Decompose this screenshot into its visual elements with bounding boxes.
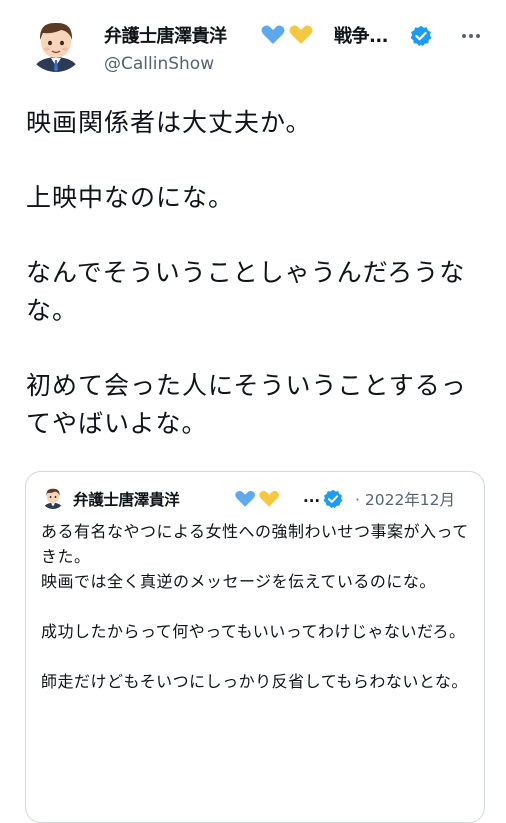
tweet-paragraph: 映画関係者は大丈夫か。 xyxy=(26,108,312,137)
yellow-heart-icon xyxy=(289,25,313,44)
heart-badges xyxy=(261,25,313,44)
quoted-tweet-date[interactable]: · 2022年12月 xyxy=(355,488,455,510)
yellow-heart-icon xyxy=(259,490,279,507)
quoted-author-name-suffix: ... xyxy=(303,488,321,506)
author-name-suffix[interactable]: 戦争... xyxy=(334,22,389,48)
verified-badge-icon xyxy=(410,25,432,46)
quoted-paragraph: 師走だけどもそいつにしっかり反省してもらわないとな。 xyxy=(41,672,468,691)
author-avatar[interactable] xyxy=(27,14,85,72)
heart-badges xyxy=(235,490,279,507)
blue-heart-icon xyxy=(261,25,285,44)
author-handle[interactable]: @CallinShow xyxy=(104,54,214,74)
quoted-paragraph: ある有名なやつによる女性への強制わいせつ事案が入ってきた。 映画では全く真逆のメ… xyxy=(41,522,469,591)
quoted-author-avatar xyxy=(41,485,65,509)
tweet-paragraph: なんでそういうことしゃうんだろうなな。 xyxy=(26,258,466,325)
verified-badge-icon xyxy=(323,489,343,509)
quoted-author-display-name: 弁護士唐澤貴洋 xyxy=(73,491,180,509)
quoted-tweet-text: ある有名なやつによる女性への強制わいせつ事案が入ってきた。 映画では全く真逆のメ… xyxy=(41,519,471,719)
tweet-header: 弁護士唐澤貴洋 戦争... @CallinShow xyxy=(0,0,506,90)
avatar-illustration xyxy=(41,485,65,509)
tweet-paragraph: 上映中なのにな。 xyxy=(26,183,235,212)
blue-heart-icon xyxy=(235,490,255,507)
author-display-name[interactable]: 弁護士唐澤貴洋 xyxy=(104,22,227,48)
tweet-text: 映画関係者は大丈夫か。 上映中なのにな。 なんでそういうことしゃうんだろうなな。… xyxy=(26,104,486,480)
quoted-paragraph: 成功したからって何やってもいいってわけじゃないだろ。 xyxy=(41,622,466,641)
quoted-tweet-card[interactable]: 弁護士唐澤貴洋 ... · 2022年12月 ある有名なやつによる女性への強制わ… xyxy=(25,471,485,823)
tweet-paragraph: 初めて会った人にそういうことするってやばいよな。 xyxy=(26,371,467,438)
avatar-illustration xyxy=(27,14,85,72)
more-options-icon[interactable] xyxy=(459,26,483,46)
